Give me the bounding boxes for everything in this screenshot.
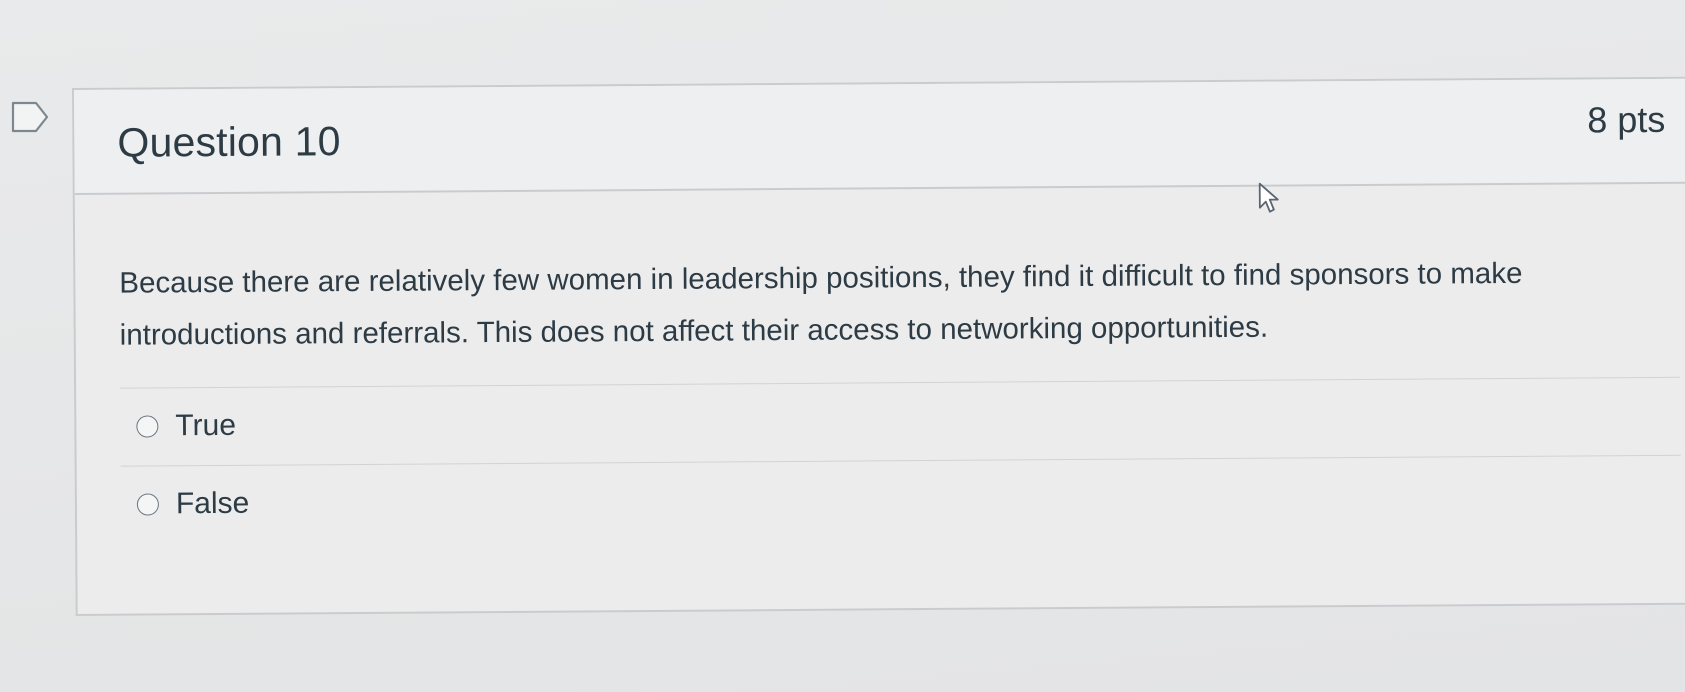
question-header: Question 10 8 pts bbox=[74, 78, 1685, 213]
answer-option-true[interactable]: True bbox=[136, 409, 236, 444]
question-text: Because there are relatively few women i… bbox=[119, 256, 1523, 352]
question-card: Question 10 8 pts Because there are rela… bbox=[72, 76, 1685, 616]
quiz-page: Question 10 8 pts Because there are rela… bbox=[0, 0, 1685, 692]
flag-question-icon[interactable] bbox=[10, 100, 50, 134]
question-title: Question 10 bbox=[117, 118, 341, 166]
radio-button-icon[interactable] bbox=[136, 415, 159, 438]
answer-option-false[interactable]: False bbox=[136, 486, 250, 522]
answer-label: True bbox=[175, 408, 237, 443]
answer-label: False bbox=[175, 486, 250, 521]
mouse-pointer-icon bbox=[1258, 182, 1279, 213]
answer-divider bbox=[120, 376, 1681, 389]
answer-divider bbox=[120, 454, 1681, 467]
question-points: 8 pts bbox=[1587, 98, 1666, 141]
radio-button-icon[interactable] bbox=[136, 493, 159, 516]
